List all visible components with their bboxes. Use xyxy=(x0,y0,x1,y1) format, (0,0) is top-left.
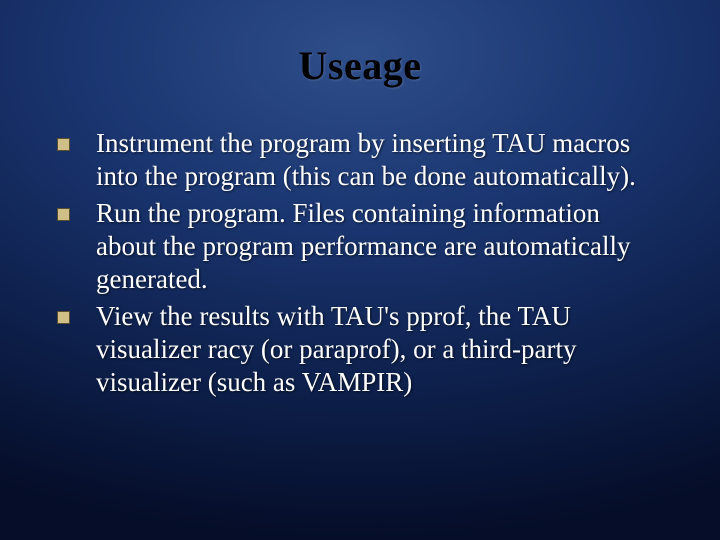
slide: Useage Instrument the program by inserti… xyxy=(0,0,720,540)
slide-title: Useage xyxy=(55,42,665,89)
bullet-text: Instrument the program by inserting TAU … xyxy=(96,127,665,193)
square-bullet-icon xyxy=(57,311,70,324)
list-item: Run the program. Files containing inform… xyxy=(55,197,665,296)
square-bullet-icon xyxy=(57,208,70,221)
bullet-list: Instrument the program by inserting TAU … xyxy=(55,127,665,399)
list-item: View the results with TAU's pprof, the T… xyxy=(55,300,665,399)
bullet-text: View the results with TAU's pprof, the T… xyxy=(96,300,665,399)
bullet-text: Run the program. Files containing inform… xyxy=(96,197,665,296)
list-item: Instrument the program by inserting TAU … xyxy=(55,127,665,193)
square-bullet-icon xyxy=(57,138,70,151)
